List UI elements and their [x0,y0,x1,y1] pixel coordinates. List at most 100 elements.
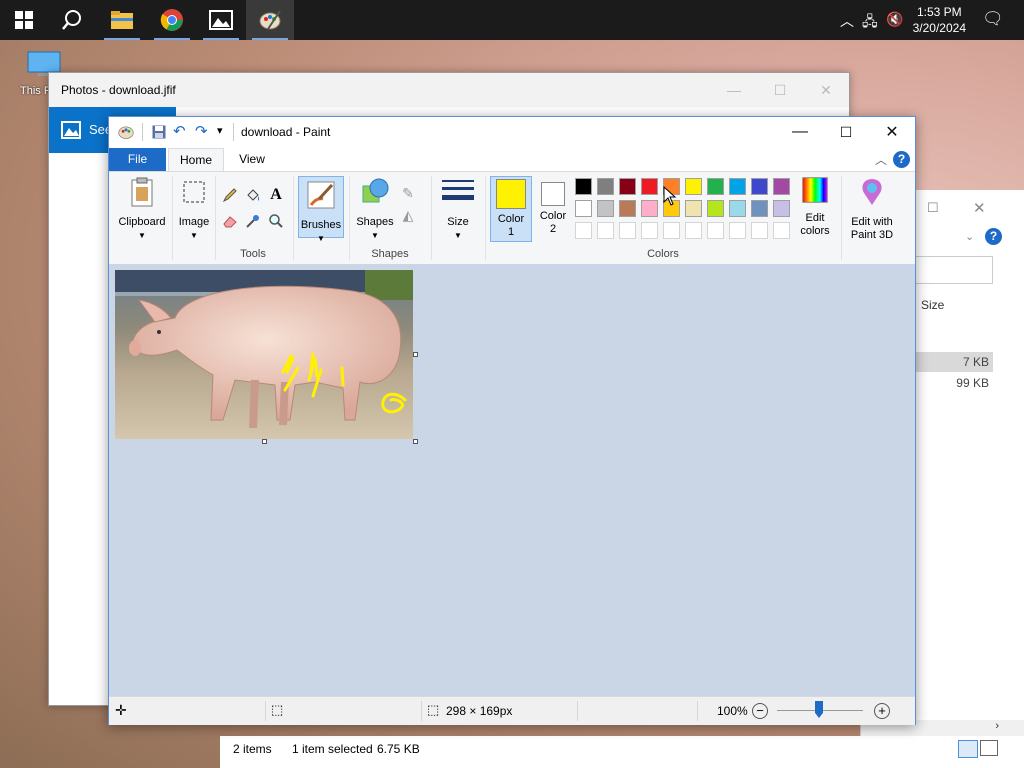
palette-swatch[interactable] [641,200,658,217]
custom-color-slot[interactable] [773,222,790,239]
volume-muted-icon[interactable]: 🔇 [886,11,903,28]
shape-fill-icon[interactable]: ◭ [399,206,417,224]
palette-swatch[interactable] [685,200,702,217]
resize-handle-right[interactable] [413,352,418,357]
paint-minimize-button[interactable]: — [777,117,823,147]
chevron-up-icon[interactable]: ︿ [840,11,854,31]
large-icons-view-icon[interactable] [980,740,998,756]
palette-swatch[interactable] [597,178,614,195]
custom-color-slot[interactable] [597,222,614,239]
tab-view[interactable]: View [227,148,277,171]
palette-swatch[interactable] [685,178,702,195]
network-icon[interactable]: 🖧 [862,11,878,35]
search-button[interactable] [48,0,96,40]
edit-with-paint3d-button[interactable]: Edit with Paint 3D [845,176,899,246]
palette-swatch[interactable] [751,178,768,195]
custom-color-slot[interactable] [707,222,724,239]
color-picker-icon[interactable] [244,212,262,230]
image-button[interactable]: Image ▼ [175,176,213,262]
image-dimensions: 298 × 169px [446,704,513,718]
paint-close-button[interactable]: ✕ [869,117,915,147]
palette-swatch[interactable] [773,200,790,217]
undo-icon[interactable]: ↶ [173,122,186,140]
collapse-ribbon-icon[interactable]: ︿ [875,151,887,168]
palette-swatch[interactable] [575,200,592,217]
custom-color-slot[interactable] [685,222,702,239]
text-tool-icon[interactable]: A [267,186,285,204]
dropdown-arrow-icon: ▼ [138,231,146,240]
size-column-header[interactable]: Size [921,298,944,312]
zoom-in-button[interactable]: + [874,703,890,719]
file-size: 7 KB [962,355,989,369]
outline-icon[interactable]: ✎ [399,184,417,202]
magnifier-icon[interactable] [267,212,285,230]
palette-swatch[interactable] [707,200,724,217]
brushes-button[interactable]: Brushes ▼ [298,176,344,243]
palette-swatch[interactable] [751,200,768,217]
color1-button[interactable]: Color 1 [490,176,532,242]
custom-color-slot[interactable] [751,222,768,239]
paint-statusbar: ✛ ⬚ ⬚ 298 × 169px 100% − + [109,696,915,725]
photos-taskbar[interactable] [197,0,245,40]
shapes-button[interactable]: Shapes ▼ [355,176,395,246]
tab-file[interactable]: File [109,148,166,171]
palette-swatch[interactable] [729,178,746,195]
size-label: Size [447,216,469,228]
explorer-statusbar: 2 items 1 item selected 6.75 KB [220,736,1024,768]
custom-color-slot[interactable] [575,222,592,239]
resize-handle-bottom[interactable] [262,439,267,444]
explorer-row[interactable]: 99 KB [913,374,993,394]
palette-swatch[interactable] [619,178,636,195]
details-view-icon[interactable] [958,740,978,758]
save-icon[interactable] [152,125,166,139]
color2-button[interactable]: Color 2 [535,176,571,242]
palette-swatch[interactable] [597,200,614,217]
photos-minimize-button[interactable]: — [711,73,757,107]
file-explorer-taskbar[interactable] [98,0,146,40]
custom-color-slot[interactable] [619,222,636,239]
palette-swatch[interactable] [729,200,746,217]
paint-maximize-button[interactable]: ☐ [823,117,869,147]
custom-color-slot[interactable] [663,222,680,239]
selection-size-icon: ⬚ [271,702,284,717]
explorer-close-button[interactable]: ✕ [973,199,986,217]
dropdown-arrow-icon: ▼ [454,231,462,240]
palette-swatch[interactable] [641,178,658,195]
explorer-search-box[interactable] [913,256,993,284]
palette-swatch[interactable] [575,178,592,195]
size-button[interactable]: Size ▼ [437,176,479,246]
tab-home[interactable]: Home [168,148,224,171]
clipboard-button[interactable]: Clipboard ▼ [115,176,169,262]
zoom-slider-thumb[interactable] [815,701,823,718]
custom-color-slot[interactable] [641,222,658,239]
redo-icon[interactable]: ↷ [195,122,208,140]
fill-icon[interactable] [244,186,262,204]
resize-handle-corner[interactable] [413,439,418,444]
paint3d-icon [862,179,882,205]
canvas-area[interactable] [109,264,915,696]
pencil-icon[interactable] [221,186,239,204]
custom-color-slot[interactable] [729,222,746,239]
photos-icon [209,10,233,30]
explorer-row-selected[interactable]: 7 KB [913,352,993,372]
palette-swatch[interactable] [707,178,724,195]
eraser-icon[interactable] [221,212,239,230]
edit-colors-button[interactable]: Edit colors [795,176,835,246]
help-icon[interactable]: ? [893,151,910,168]
canvas-image[interactable] [115,270,413,439]
chrome-taskbar[interactable] [148,0,196,40]
scroll-right-icon[interactable]: › [995,720,999,732]
palette-swatch[interactable] [773,178,790,195]
zoom-out-button[interactable]: − [752,703,768,719]
photos-close-button[interactable]: ✕ [803,73,849,107]
photos-maximize-button[interactable]: ☐ [757,73,803,107]
start-button[interactable] [0,0,48,40]
palette-swatch[interactable] [619,200,636,217]
paint-taskbar[interactable] [246,0,294,40]
notifications-icon[interactable]: 🗨 [982,9,1004,29]
clock[interactable]: 1:53 PM 3/20/2024 [913,4,966,36]
explorer-help-icon[interactable]: ? [985,228,1002,245]
customize-qat-icon[interactable]: ▾ [217,124,223,137]
chevron-down-icon[interactable]: ⌄ [965,230,974,243]
explorer-maximize-button[interactable]: ☐ [927,200,939,216]
